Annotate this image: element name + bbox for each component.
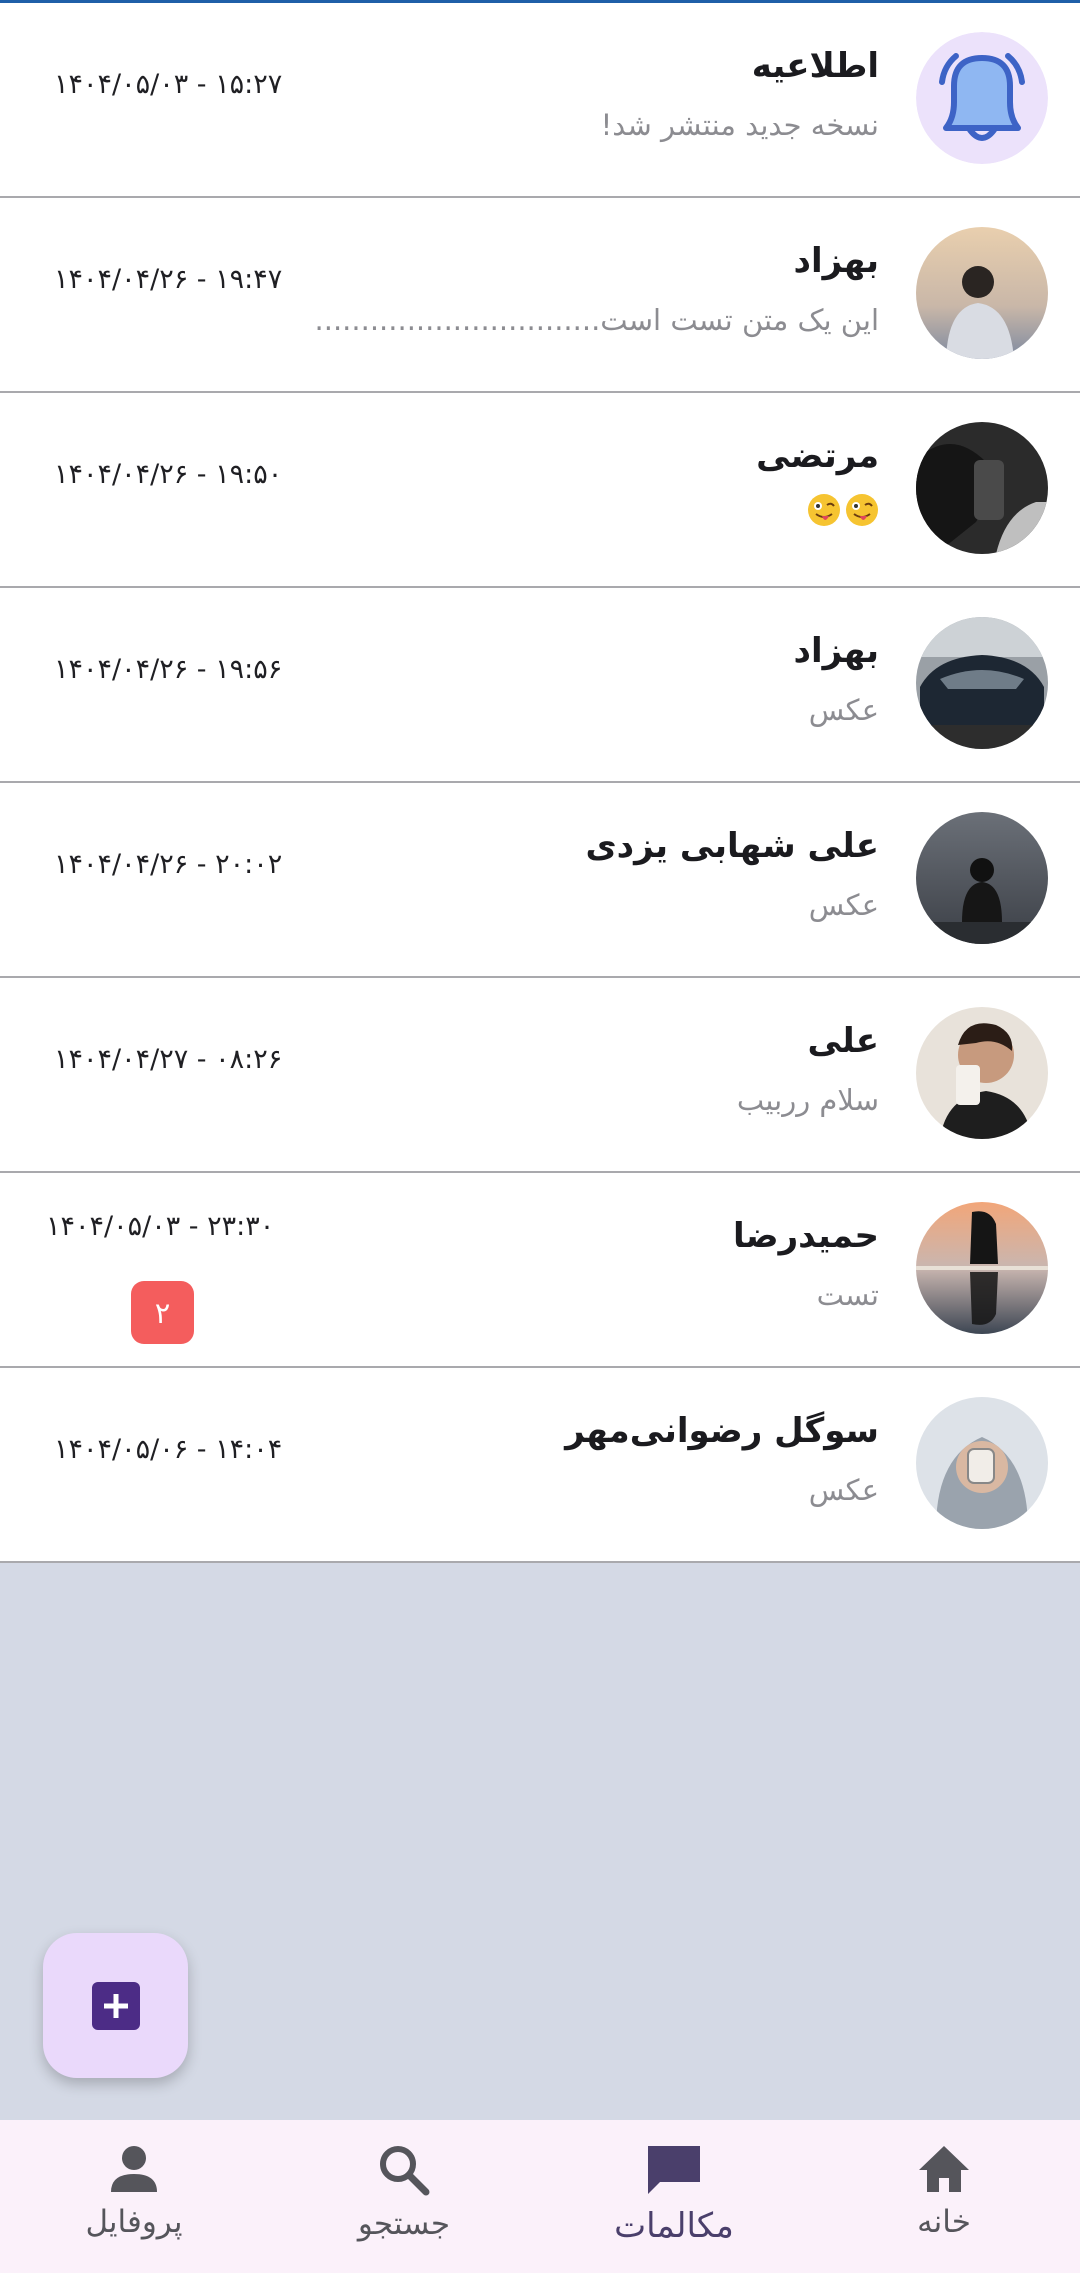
conversation-row-announcement[interactable]: اطلاعیه نسخه جدید منتشر شد! ۱۴۰۴/۰۵/۰۳ -… [0, 3, 1080, 198]
conversation-time: ۱۴۰۴/۰۴/۲۶ - ۱۹:۵۰ [54, 459, 283, 490]
conversation-time: ۱۴۰۴/۰۵/۰۳ - ۲۳:۳۰ [46, 1211, 275, 1242]
winking-face-with-tongue-icon [846, 494, 878, 526]
conversation-time: ۱۴۰۴/۰۵/۰۶ - ۱۴:۰۴ [54, 1434, 283, 1465]
conversation-name: بهزاد [793, 241, 879, 281]
conversation-time: ۱۴۰۴/۰۴/۲۶ - ۱۹:۴۷ [54, 264, 283, 295]
avatar [916, 812, 1048, 944]
nav-search[interactable]: جستجو [304, 2120, 504, 2273]
avatar [916, 422, 1048, 554]
plus-box-icon [91, 1981, 140, 2030]
emoji-preview [807, 493, 879, 527]
conversation-name: علی [807, 1021, 879, 1061]
bottom-navigation: خانه مکالمات جستجو پروفایل [0, 2120, 1080, 2273]
nav-label: خانه [917, 2204, 971, 2240]
nav-label: پروفایل [85, 2204, 183, 2240]
nav-home[interactable]: خانه [844, 2120, 1044, 2273]
bell-icon [916, 32, 1048, 164]
conversation-row[interactable]: مرتضی ۱۴۰۴/۰۴/۲۶ - ۱۹:۵۰ [0, 393, 1080, 588]
avatar [916, 617, 1048, 749]
avatar [916, 1202, 1048, 1334]
conversation-row[interactable]: حمیدرضا تست ۱۴۰۴/۰۵/۰۳ - ۲۳:۳۰ ۲ [0, 1173, 1080, 1368]
conversation-row[interactable]: علی سلام رربیب ۱۴۰۴/۰۴/۲۷ - ۰۸:۲۶ [0, 978, 1080, 1173]
conversation-preview: عکس [808, 693, 879, 727]
person-icon [111, 2146, 157, 2192]
conversation-time: ۱۴۰۴/۰۴/۲۷ - ۰۸:۲۶ [54, 1044, 283, 1075]
conversation-preview: عکس [808, 888, 879, 922]
unread-badge: ۲ [131, 1281, 194, 1344]
nav-label: جستجو [357, 2206, 451, 2242]
conversation-list: اطلاعیه نسخه جدید منتشر شد! ۱۴۰۴/۰۵/۰۳ -… [0, 3, 1080, 1563]
conversation-name: سوگل رضوانی‌مهر [565, 1411, 879, 1451]
nav-profile[interactable]: پروفایل [34, 2120, 234, 2273]
conversation-time: ۱۴۰۴/۰۴/۲۶ - ۲۰:۰۲ [54, 849, 283, 880]
nav-label: مکالمات [614, 2206, 734, 2246]
avatar [916, 1397, 1048, 1529]
conversation-name: مرتضی [756, 436, 879, 476]
conversation-row[interactable]: بهزاد این یک متن تست است................… [0, 198, 1080, 393]
conversation-preview: نسخه جدید منتشر شد! [600, 108, 879, 142]
conversation-preview: تست [816, 1278, 879, 1312]
conversation-time: ۱۴۰۴/۰۵/۰۳ - ۱۵:۲۷ [54, 69, 283, 100]
chat-icon [648, 2146, 700, 2194]
conversation-name: بهزاد [793, 631, 879, 671]
nav-conversations[interactable]: مکالمات [574, 2120, 774, 2273]
conversation-row[interactable]: سوگل رضوانی‌مهر عکس ۱۴۰۴/۰۵/۰۶ - ۱۴:۰۴ [0, 1368, 1080, 1563]
home-icon [919, 2146, 969, 2192]
conversation-row[interactable]: علی شهابی یزدی عکس ۱۴۰۴/۰۴/۲۶ - ۲۰:۰۲ [0, 783, 1080, 978]
conversation-preview: سلام رربیب [736, 1083, 879, 1117]
conversation-preview: این یک متن تست است......................… [314, 303, 879, 337]
search-icon [380, 2146, 430, 2196]
avatar [916, 227, 1048, 359]
avatar [916, 1007, 1048, 1139]
conversation-name: علی شهابی یزدی [585, 826, 879, 866]
conversation-name: حمیدرضا [732, 1216, 879, 1256]
conversation-time: ۱۴۰۴/۰۴/۲۶ - ۱۹:۵۶ [54, 654, 283, 685]
conversation-row[interactable]: بهزاد عکس ۱۴۰۴/۰۴/۲۶ - ۱۹:۵۶ [0, 588, 1080, 783]
conversation-preview: عکس [808, 1473, 879, 1507]
conversation-name: اطلاعیه [751, 46, 879, 86]
winking-face-with-tongue-icon [808, 494, 840, 526]
new-conversation-button[interactable] [43, 1933, 188, 2078]
